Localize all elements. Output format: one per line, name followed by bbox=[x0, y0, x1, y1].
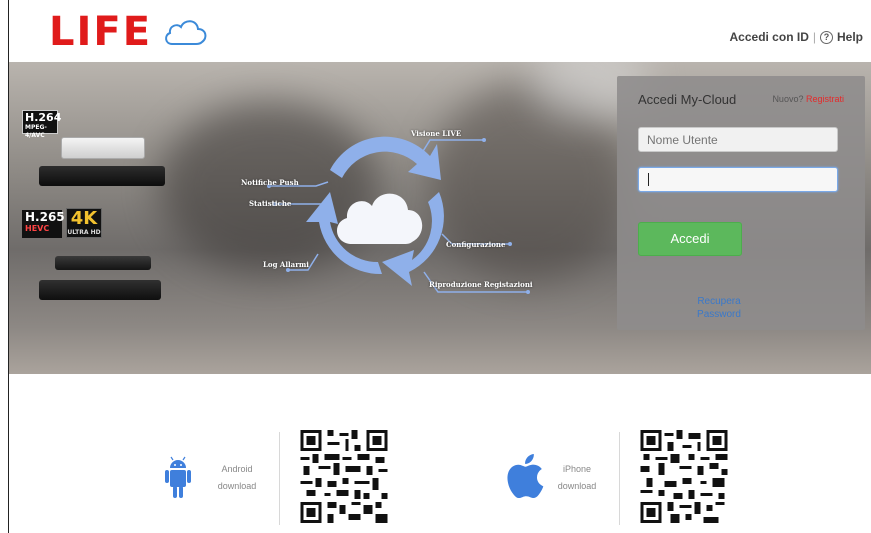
top-links-separator: | bbox=[812, 30, 816, 44]
iphone-qr-code bbox=[640, 430, 728, 523]
h265-badge-label: H.265 bbox=[25, 210, 65, 224]
cloud-cycle-diagram bbox=[267, 136, 530, 294]
android-download-label[interactable]: Android download bbox=[209, 461, 265, 495]
login-panel: Accedi My-Cloud Nuovo? Registrati Accedi… bbox=[617, 76, 865, 330]
android-icon[interactable] bbox=[165, 454, 191, 500]
password-input[interactable] bbox=[638, 167, 838, 192]
logo-text: LIFE bbox=[49, 9, 153, 55]
recover-password-link[interactable]: Recupera Password bbox=[679, 295, 759, 321]
username-input[interactable] bbox=[638, 127, 838, 152]
register-prompt: Nuovo? Registrati bbox=[772, 94, 844, 104]
cloud-center-icon bbox=[336, 193, 423, 244]
divider bbox=[279, 432, 280, 525]
4k-badge-label: 4K bbox=[70, 208, 98, 229]
iphone-download-label[interactable]: iPhone download bbox=[549, 461, 605, 495]
feature-stats-label: Statistiche bbox=[249, 199, 292, 208]
android-qr-code bbox=[300, 430, 388, 523]
login-title: Accedi My-Cloud bbox=[638, 92, 737, 107]
4k-badge: 4K ULTRA HD bbox=[66, 208, 102, 238]
dvr-device-image bbox=[39, 166, 165, 186]
feature-live-label: Visione LIVE bbox=[411, 129, 462, 138]
divider bbox=[619, 432, 620, 525]
4k-badge-sublabel: ULTRA HD bbox=[67, 229, 101, 236]
help-link[interactable]: Help bbox=[837, 30, 863, 44]
register-prompt-text: Nuovo? bbox=[772, 94, 804, 104]
feature-alarms-label: Log Allarmi bbox=[263, 260, 309, 269]
nvr-device-image bbox=[55, 256, 151, 270]
page-left-border bbox=[8, 0, 9, 533]
apple-icon[interactable] bbox=[506, 454, 544, 498]
logo[interactable]: LIFE bbox=[49, 10, 210, 54]
h265-badge-sublabel: HEVC bbox=[25, 224, 50, 233]
feature-playback-label: Riproduzione Registazioni bbox=[429, 280, 533, 289]
h264-badge: H.264 MPEG-4/AVC bbox=[22, 110, 62, 139]
app-downloads: Android download iPhone download bbox=[9, 374, 871, 533]
h264-badge-sublabel: MPEG-4/AVC bbox=[25, 124, 47, 139]
h264-badge-label: H.264 bbox=[25, 111, 62, 124]
h265-badge: H.265 HEVC bbox=[22, 210, 65, 238]
dvr-device-image bbox=[61, 137, 145, 159]
login-button[interactable]: Accedi bbox=[638, 222, 742, 256]
nvr-device-image bbox=[39, 280, 161, 300]
feature-config-label: Configurazione bbox=[446, 240, 506, 249]
header: LIFE Accedi con ID | ? Help bbox=[0, 0, 871, 62]
help-icon[interactable]: ? bbox=[819, 30, 833, 44]
cloud-logo-icon bbox=[165, 20, 207, 45]
top-links: Accedi con ID | ? Help bbox=[730, 30, 864, 44]
login-id-link[interactable]: Accedi con ID bbox=[730, 30, 809, 44]
feature-push-label: Notifiche Push bbox=[241, 178, 299, 187]
register-link[interactable]: Registrati bbox=[806, 94, 844, 104]
text-cursor bbox=[648, 173, 649, 186]
